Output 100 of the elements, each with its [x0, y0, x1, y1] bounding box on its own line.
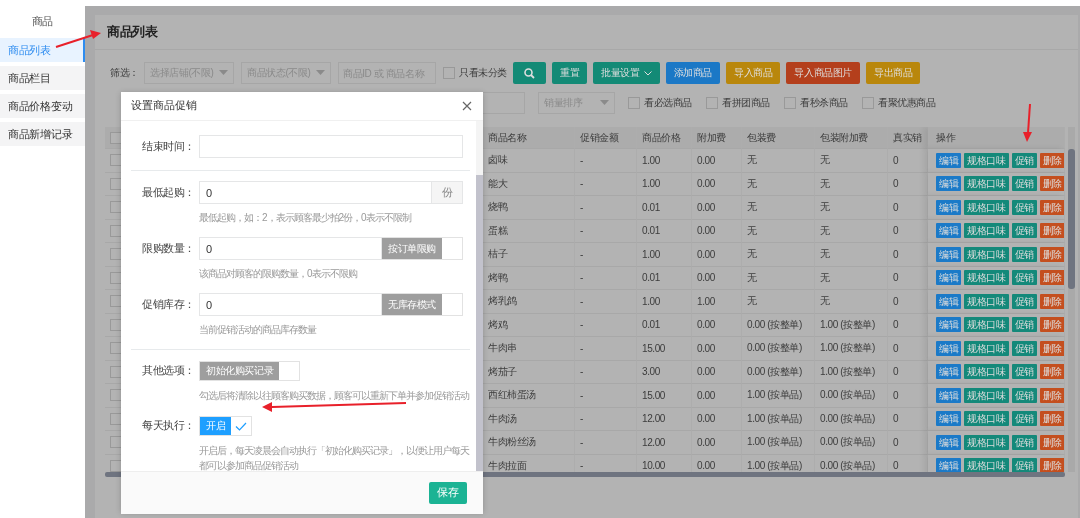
table-cell: 0.00 — [692, 431, 742, 455]
toolbar-button[interactable]: 重置 — [552, 62, 588, 84]
toolbar-button[interactable]: 导出商品 — [866, 62, 921, 84]
checkbox[interactable] — [110, 224, 122, 237]
checkbox[interactable] — [443, 67, 455, 79]
checkbox[interactable] — [110, 177, 122, 190]
action-button[interactable]: 编辑 — [936, 411, 962, 427]
checkbox[interactable] — [110, 342, 122, 355]
checkbox[interactable] — [706, 97, 718, 109]
toolbar-button[interactable]: 导入商品图片 — [786, 62, 861, 84]
checkbox[interactable] — [110, 295, 122, 308]
action-button[interactable]: 促销 — [1011, 223, 1037, 239]
action-button[interactable]: 规格口味 — [964, 246, 1009, 262]
input-field[interactable] — [199, 135, 463, 158]
action-button[interactable]: 促销 — [1011, 387, 1037, 403]
checkbox[interactable] — [862, 97, 875, 109]
search-button[interactable] — [513, 62, 546, 84]
action-button[interactable]: 规格口味 — [964, 458, 1009, 472]
checkbox[interactable] — [110, 365, 122, 378]
checkbox[interactable] — [110, 318, 122, 331]
action-button[interactable]: 促销 — [1011, 364, 1037, 380]
checkbox[interactable] — [110, 248, 122, 261]
action-button[interactable]: 促销 — [1011, 246, 1037, 262]
action-button[interactable]: 删除 — [1039, 387, 1064, 403]
checkbox[interactable] — [110, 459, 122, 472]
action-button[interactable]: 删除 — [1039, 293, 1064, 309]
action-button[interactable]: 促销 — [1011, 152, 1037, 168]
action-button[interactable]: 编辑 — [936, 223, 962, 239]
action-button[interactable]: 删除 — [1039, 317, 1064, 333]
save-button[interactable]: 保存 — [429, 482, 467, 504]
action-button[interactable]: 删除 — [1039, 199, 1064, 215]
close-button[interactable] — [461, 100, 473, 112]
checkbox[interactable] — [110, 389, 122, 402]
sidebar-item[interactable]: 商品栏目 — [0, 66, 85, 90]
action-button[interactable]: 规格口味 — [964, 176, 1009, 192]
action-button[interactable]: 规格口味 — [964, 434, 1009, 450]
action-button[interactable]: 规格口味 — [964, 223, 1009, 239]
action-button[interactable]: 编辑 — [936, 152, 962, 168]
action-button[interactable]: 规格口味 — [964, 364, 1009, 380]
sidebar-item[interactable]: 商品列表 — [0, 38, 85, 62]
input-field[interactable]: 0 — [199, 237, 382, 260]
action-button[interactable]: 删除 — [1039, 270, 1064, 286]
action-button[interactable]: 编辑 — [936, 176, 962, 192]
input-field[interactable]: 0 — [199, 181, 432, 204]
checkbox[interactable] — [110, 271, 122, 284]
sidebar-item[interactable]: 商品新增记录 — [0, 122, 85, 146]
action-button[interactable]: 编辑 — [936, 270, 962, 286]
toggle-switch[interactable]: 初始化购买记录 — [199, 361, 301, 381]
action-button[interactable]: 规格口味 — [964, 293, 1009, 309]
scrollbar[interactable] — [1068, 127, 1075, 472]
toolbar-button[interactable]: 导入商品 — [726, 62, 781, 84]
action-button[interactable]: 促销 — [1011, 317, 1037, 333]
scrollbar[interactable] — [476, 121, 483, 471]
action-button[interactable]: 促销 — [1011, 434, 1037, 450]
checkbox[interactable] — [110, 412, 122, 425]
action-button[interactable]: 规格口味 — [964, 199, 1009, 215]
toggle-switch[interactable]: 无库存模式 — [382, 293, 463, 316]
action-button[interactable]: 编辑 — [936, 387, 962, 403]
checkbox[interactable] — [110, 131, 122, 144]
checkbox[interactable] — [110, 154, 122, 167]
action-button[interactable]: 促销 — [1011, 340, 1037, 356]
action-button[interactable]: 编辑 — [936, 340, 962, 356]
checkbox[interactable] — [784, 97, 797, 109]
action-button[interactable]: 删除 — [1039, 340, 1064, 356]
toolbar-button[interactable]: 批量设置 — [593, 62, 660, 84]
action-button[interactable]: 编辑 — [936, 246, 962, 262]
action-button[interactable]: 促销 — [1011, 199, 1037, 215]
checkbox[interactable] — [628, 97, 640, 109]
action-button[interactable]: 规格口味 — [964, 152, 1009, 168]
action-button[interactable]: 编辑 — [936, 199, 962, 215]
action-button[interactable]: 删除 — [1039, 223, 1064, 239]
action-button[interactable]: 删除 — [1039, 458, 1064, 472]
action-button[interactable]: 编辑 — [936, 364, 962, 380]
action-button[interactable]: 促销 — [1011, 270, 1037, 286]
action-button[interactable]: 规格口味 — [964, 340, 1009, 356]
sidebar-item[interactable]: 商品价格变动 — [0, 94, 85, 118]
toggle-switch[interactable]: 按订单限购 — [382, 237, 463, 260]
action-button[interactable]: 删除 — [1039, 246, 1064, 262]
checkbox[interactable] — [110, 201, 122, 214]
action-button[interactable]: 删除 — [1039, 434, 1064, 450]
action-button[interactable]: 促销 — [1011, 411, 1037, 427]
action-button[interactable]: 规格口味 — [964, 411, 1009, 427]
action-button[interactable]: 编辑 — [936, 317, 962, 333]
action-button[interactable]: 编辑 — [936, 293, 962, 309]
input-field[interactable]: 0 — [199, 293, 382, 316]
action-button[interactable]: 编辑 — [936, 434, 962, 450]
action-button[interactable]: 促销 — [1011, 176, 1037, 192]
action-button[interactable]: 促销 — [1011, 458, 1037, 472]
action-button[interactable]: 删除 — [1039, 411, 1064, 427]
action-button[interactable]: 编辑 — [936, 458, 962, 472]
checkbox[interactable] — [110, 436, 122, 449]
toggle-switch[interactable]: 开启 — [199, 416, 253, 436]
action-button[interactable]: 删除 — [1039, 152, 1064, 168]
action-button[interactable]: 删除 — [1039, 364, 1064, 380]
action-button[interactable]: 规格口味 — [964, 270, 1009, 286]
action-button[interactable]: 规格口味 — [964, 317, 1009, 333]
action-button[interactable]: 删除 — [1039, 176, 1064, 192]
action-button[interactable]: 促销 — [1011, 293, 1037, 309]
toolbar-button[interactable]: 添加商品 — [665, 62, 721, 84]
action-button[interactable]: 规格口味 — [964, 387, 1009, 403]
